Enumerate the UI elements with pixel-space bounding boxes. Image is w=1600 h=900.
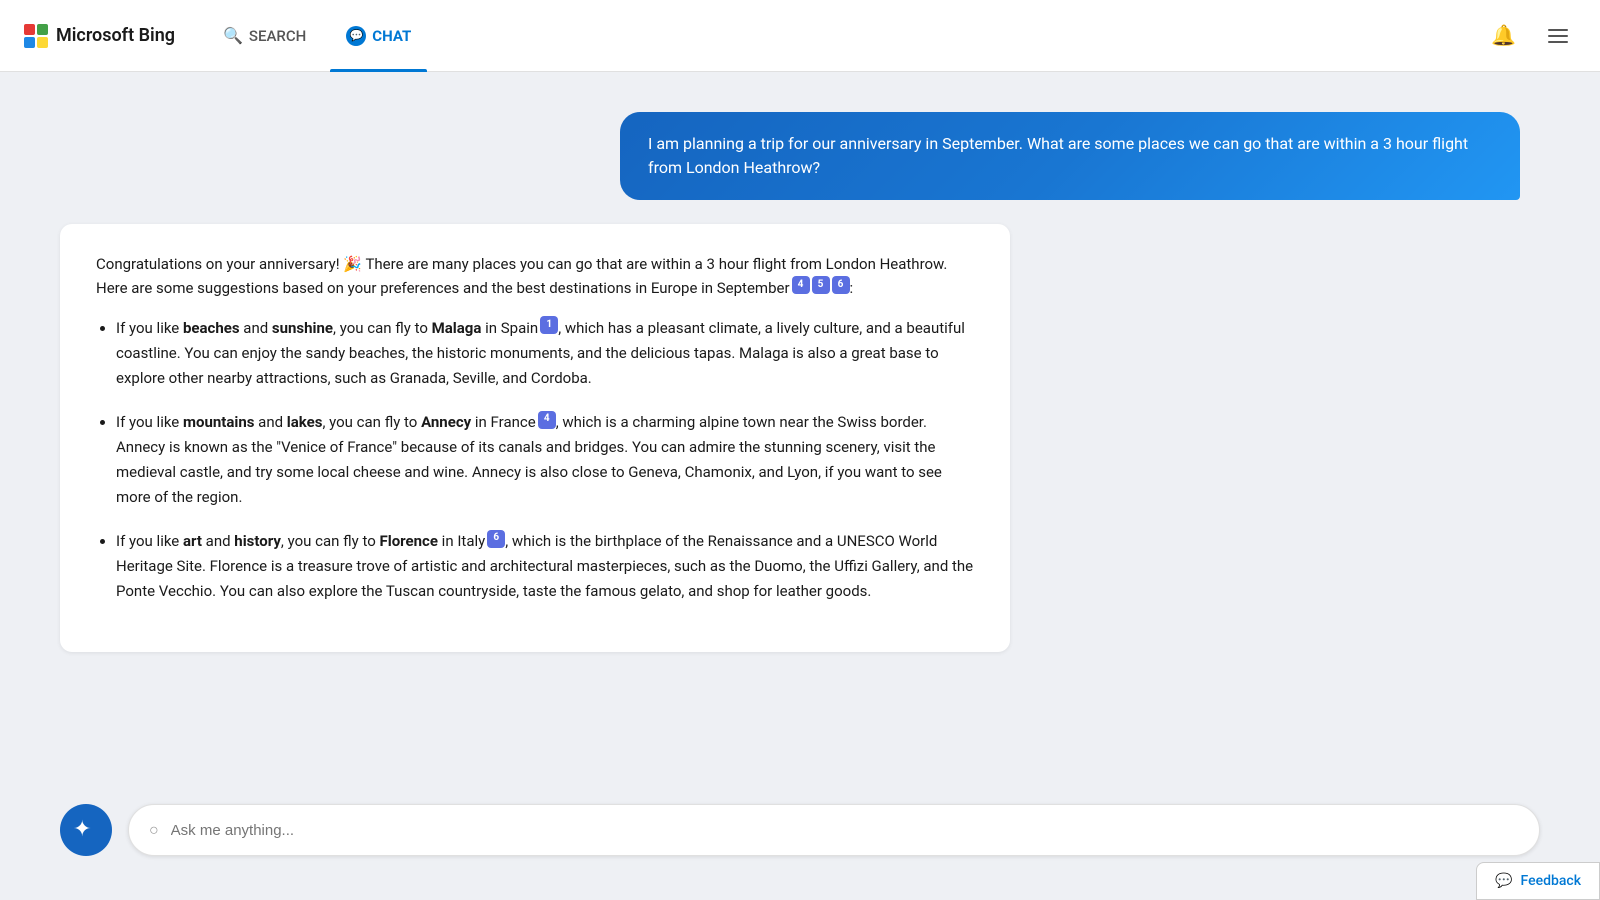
citation-4b[interactable]: 4 xyxy=(538,411,556,429)
search-input-container[interactable]: ○ xyxy=(128,804,1540,856)
ai-suggestions-list: If you like beaches and sunshine, you ca… xyxy=(96,316,974,604)
input-area: ✦ ○ xyxy=(0,788,1600,880)
citation-6a[interactable]: 6 xyxy=(832,276,850,294)
chat-area: I am planning a trip for our anniversary… xyxy=(0,72,1600,900)
bold-annecy: Annecy xyxy=(421,413,471,431)
bold-beaches: beaches xyxy=(183,319,240,337)
ai-intro: Congratulations on your anniversary! 🎉 T… xyxy=(96,252,974,300)
header-right: 🔔 xyxy=(1483,15,1576,56)
nav-search[interactable]: 🔍 SEARCH xyxy=(207,18,322,53)
citation-6b[interactable]: 6 xyxy=(487,530,505,548)
bing-logo xyxy=(24,24,48,48)
chat-messages: I am planning a trip for our anniversary… xyxy=(0,112,1600,788)
ai-response: Congratulations on your anniversary! 🎉 T… xyxy=(60,224,1010,652)
chat-bubble-icon: 💬 xyxy=(346,26,366,46)
bold-mountains: mountains xyxy=(183,413,254,431)
citation-5[interactable]: 5 xyxy=(812,276,830,294)
chat-input[interactable] xyxy=(171,822,1519,839)
bold-lakes: lakes xyxy=(287,413,323,431)
bold-malaga: Malaga xyxy=(432,319,482,337)
user-bubble: I am planning a trip for our anniversary… xyxy=(620,112,1520,200)
header: Microsoft Bing 🔍 SEARCH 💬 CHAT 🔔 xyxy=(0,0,1600,72)
bold-history: history xyxy=(234,532,281,550)
nav-search-label: SEARCH xyxy=(249,27,306,45)
bell-icon: 🔔 xyxy=(1491,25,1516,47)
user-message-container: I am planning a trip for our anniversary… xyxy=(60,112,1540,200)
input-search-icon: ○ xyxy=(149,820,159,840)
suggestion-florence: If you like art and history, you can fly… xyxy=(116,529,974,603)
bold-florence: Florence xyxy=(380,532,438,550)
suggestion-malaga: If you like beaches and sunshine, you ca… xyxy=(116,316,974,390)
bold-sunshine: sunshine xyxy=(272,319,333,337)
search-icon: 🔍 xyxy=(223,26,243,45)
logo-area[interactable]: Microsoft Bing xyxy=(24,24,175,48)
citation-1[interactable]: 1 xyxy=(540,316,558,334)
user-message-text: I am planning a trip for our anniversary… xyxy=(648,134,1468,177)
citation-4[interactable]: 4 xyxy=(792,276,810,294)
feedback-icon: 💬 xyxy=(1495,873,1512,889)
main-content: I am planning a trip for our anniversary… xyxy=(0,72,1600,900)
notification-button[interactable]: 🔔 xyxy=(1483,15,1524,56)
feedback-label: Feedback xyxy=(1521,873,1581,889)
bing-logo-icon: ✦ xyxy=(73,817,99,843)
bold-art: art xyxy=(183,532,202,550)
bing-orb-button[interactable]: ✦ xyxy=(60,804,112,856)
menu-button[interactable] xyxy=(1540,21,1576,51)
top-nav: 🔍 SEARCH 💬 CHAT xyxy=(207,18,427,54)
logo-text: Microsoft Bing xyxy=(56,25,175,46)
nav-chat[interactable]: 💬 CHAT xyxy=(330,18,427,54)
feedback-button[interactable]: 💬 Feedback xyxy=(1476,862,1600,900)
suggestion-annecy: If you like mountains and lakes, you can… xyxy=(116,410,974,509)
nav-chat-label: CHAT xyxy=(372,27,411,45)
